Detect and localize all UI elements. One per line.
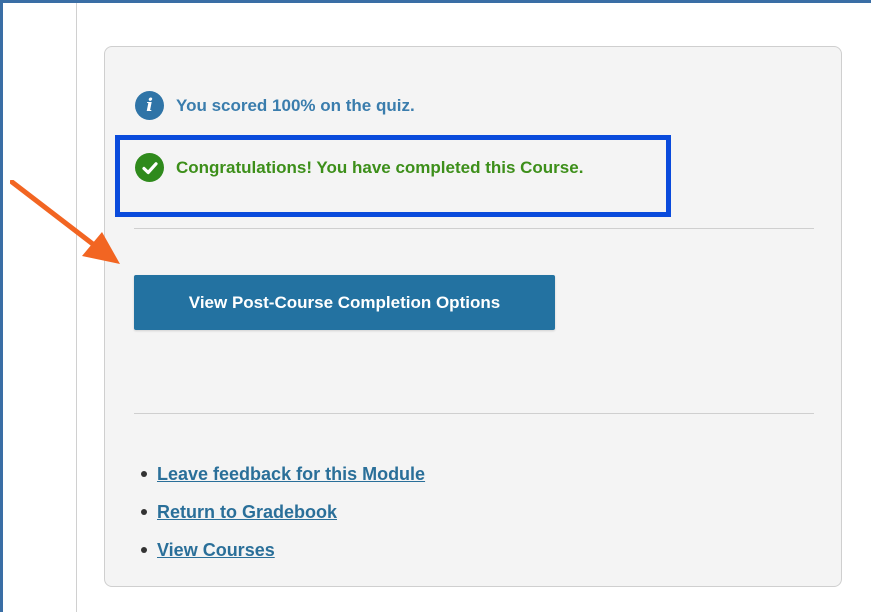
view-post-course-options-button[interactable]: View Post-Course Completion Options: [134, 275, 555, 330]
bullet-icon: [141, 547, 147, 553]
bullet-icon: [141, 509, 147, 515]
return-to-gradebook-link[interactable]: Return to Gradebook: [157, 502, 337, 523]
list-item: Leave feedback for this Module: [134, 455, 425, 493]
view-courses-link[interactable]: View Courses: [157, 540, 275, 561]
list-item: Return to Gradebook: [134, 493, 425, 531]
pointer-arrow-icon: [10, 180, 120, 264]
section-divider: [134, 228, 814, 229]
course-completion-text: Congratulations! You have completed this…: [176, 157, 584, 177]
course-completion-message: Congratulations! You have completed this…: [135, 153, 583, 182]
quiz-score-message: i You scored 100% on the quiz.: [135, 91, 415, 120]
quiz-score-text: You scored 100% on the quiz.: [176, 95, 415, 115]
links-list: Leave feedback for this Module Return to…: [134, 455, 425, 569]
left-rail-divider: [76, 3, 77, 612]
info-icon: i: [135, 91, 164, 120]
check-circle-icon: [135, 153, 164, 182]
list-item: View Courses: [134, 531, 425, 569]
leave-feedback-link[interactable]: Leave feedback for this Module: [157, 464, 425, 485]
bullet-icon: [141, 471, 147, 477]
section-divider: [134, 413, 814, 414]
